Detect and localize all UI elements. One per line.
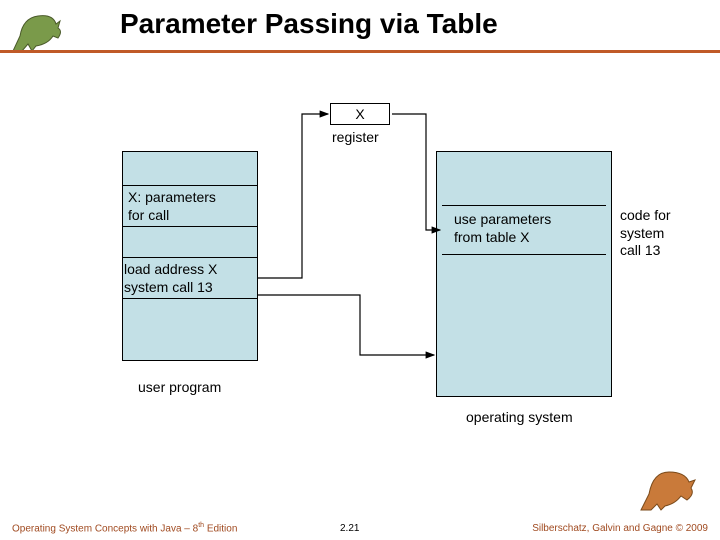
footer-copyright: Silberschatz, Galvin and Gagne © 2009 bbox=[532, 523, 708, 534]
params-for-call-label: X: parameters for call bbox=[128, 189, 216, 224]
slide-header: Parameter Passing via Table bbox=[0, 0, 720, 60]
register-x-label: X bbox=[355, 106, 364, 122]
code-for-syscall-label: code for system call 13 bbox=[620, 207, 671, 260]
operating-system-box bbox=[436, 151, 612, 397]
slide-footer: Operating System Concepts with Java – 8t… bbox=[0, 516, 720, 534]
footer-book-title: Operating System Concepts with Java – 8 bbox=[12, 523, 198, 534]
use-params-label: use parameters from table X bbox=[454, 211, 551, 246]
operating-system-label: operating system bbox=[466, 409, 573, 427]
slide-title: Parameter Passing via Table bbox=[120, 8, 498, 40]
footer-page-number: 2.21 bbox=[340, 523, 359, 534]
dinosaur-icon bbox=[8, 6, 78, 56]
dinosaur-icon bbox=[635, 460, 705, 515]
register-label: register bbox=[332, 129, 379, 147]
load-address-label: load address X system call 13 bbox=[124, 261, 217, 296]
footer-left: Operating System Concepts with Java – 8t… bbox=[12, 522, 237, 534]
diagram-area: X register X: parameters for call load a… bbox=[110, 95, 700, 445]
user-program-label: user program bbox=[138, 379, 221, 397]
user-program-box bbox=[122, 151, 258, 361]
footer-edition-suffix: Edition bbox=[204, 523, 237, 534]
register-x-box: X bbox=[330, 103, 390, 125]
header-divider bbox=[0, 50, 720, 53]
